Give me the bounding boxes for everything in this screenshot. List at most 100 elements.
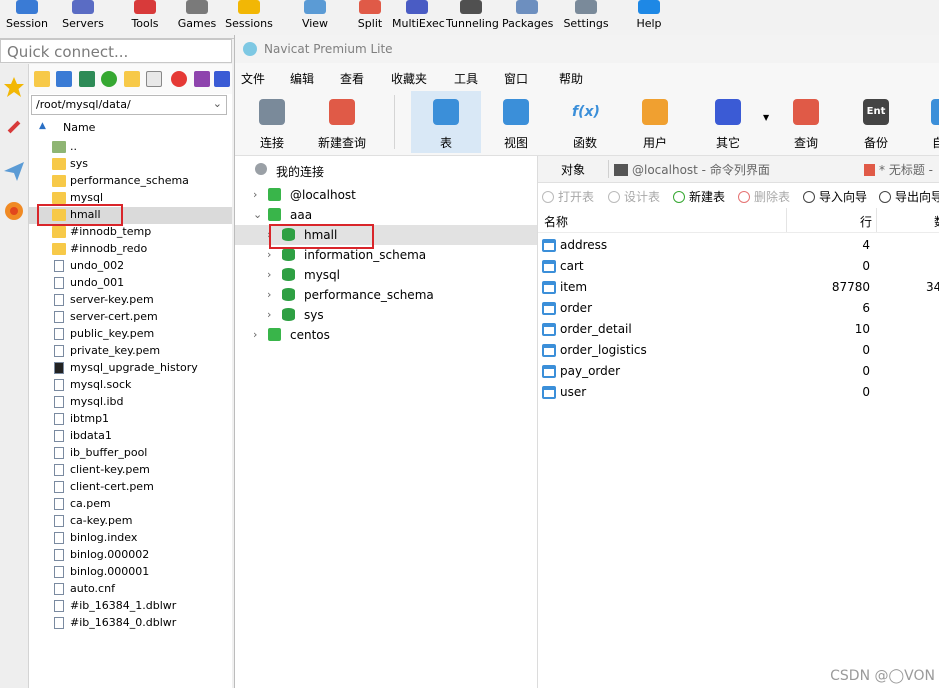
tree-item-conn[interactable]: › centos (235, 325, 537, 345)
chevron-right-icon[interactable]: › (267, 288, 271, 301)
file-row[interactable]: #innodb_temp (29, 224, 232, 241)
ribbon-table-button[interactable]: 表 (411, 91, 481, 153)
table-row[interactable]: address 4 (538, 235, 939, 256)
chevron-right-icon[interactable]: › (253, 328, 257, 341)
file-row[interactable]: ibtmp1 (29, 411, 232, 428)
file-row[interactable]: auto.cnf (29, 581, 232, 598)
upload-icon[interactable] (79, 71, 95, 87)
file-row[interactable]: ca.pem (29, 496, 232, 513)
menu-item[interactable]: 收藏夹 (391, 70, 427, 87)
file-row[interactable]: ib_buffer_pool (29, 445, 232, 462)
file-row[interactable]: sys (29, 156, 232, 173)
file-row[interactable]: ibdata1 (29, 428, 232, 445)
table-row[interactable]: order_logistics 0 (538, 340, 939, 361)
ribbon-view-glasses-button[interactable]: 视图 (485, 91, 547, 153)
file-row[interactable]: undo_002 (29, 258, 232, 275)
file-row[interactable]: public_key.pem (29, 326, 232, 343)
menu-item[interactable]: 查看 (340, 70, 364, 87)
file-row[interactable]: #ib_16384_1.dblwr (29, 598, 232, 615)
menu-item[interactable]: 窗口 (504, 70, 528, 87)
file-row[interactable]: ca-key.pem (29, 513, 232, 530)
tree-root[interactable]: 我的连接 (235, 160, 537, 180)
ribbon-backup-button[interactable]: Ent 备份 (845, 91, 907, 153)
chevron-right-icon[interactable]: › (267, 268, 271, 281)
menu-item[interactable]: 帮助 (559, 70, 583, 87)
chevron-right-icon[interactable]: › (267, 308, 271, 321)
table-row[interactable]: order 6 (538, 298, 939, 319)
chevron-right-icon[interactable]: › (253, 188, 257, 201)
file-row[interactable]: binlog.000001 (29, 564, 232, 581)
file-row[interactable]: #ib_16384_0.dblwr (29, 615, 232, 632)
star-icon[interactable] (3, 76, 25, 98)
send-icon[interactable] (3, 160, 25, 182)
table-row[interactable]: cart 0 (538, 256, 939, 277)
toolbar-packages-button[interactable]: Packages (502, 0, 553, 36)
toolbar-help-button[interactable]: Help (624, 0, 674, 36)
action-button[interactable]: 打开表 (542, 188, 594, 205)
action-button[interactable]: 导出向导 (879, 188, 939, 205)
globe-icon[interactable] (3, 200, 25, 222)
chevron-right-icon[interactable]: › (267, 248, 271, 261)
path-field[interactable]: /root/mysql/data/ ⌄ (31, 95, 227, 115)
quick-connect-input[interactable]: Quick connect... (0, 39, 232, 63)
ribbon-plug-button[interactable]: 连接 (241, 91, 303, 153)
action-button[interactable]: 导入向导 (803, 188, 867, 205)
action-button[interactable]: 新建表 (673, 188, 725, 205)
refresh-icon[interactable] (101, 71, 117, 87)
toolbar-session-button[interactable]: Session (2, 0, 52, 36)
file-row[interactable]: undo_001 (29, 275, 232, 292)
file-row[interactable]: performance_schema (29, 173, 232, 190)
action-button[interactable]: 设计表 (608, 188, 660, 205)
delete-icon[interactable] (171, 71, 187, 87)
menu-item[interactable]: 工具 (454, 70, 478, 87)
rename-icon[interactable] (194, 71, 210, 87)
table-row[interactable]: order_detail 10 (538, 319, 939, 340)
toolbar-settings-button[interactable]: Settings (561, 0, 611, 36)
caret-down-icon[interactable]: ▼ (763, 113, 769, 122)
file-row[interactable]: client-key.pem (29, 462, 232, 479)
tree-item-db[interactable]: › performance_schema (235, 285, 537, 305)
ribbon-query-button[interactable]: 查询 (775, 91, 837, 153)
tools-icon[interactable] (3, 116, 25, 138)
toolbar-view-button[interactable]: View (290, 0, 340, 36)
ribbon-other-tools-button[interactable]: 其它 (697, 91, 759, 153)
ribbon-user-button[interactable]: 用户 (624, 91, 686, 153)
action-button[interactable]: 删除表 (738, 188, 790, 205)
file-row[interactable]: mysql.sock (29, 377, 232, 394)
file-list-header[interactable]: ▲ Name (29, 118, 232, 138)
download-icon[interactable] (56, 71, 72, 87)
file-row[interactable]: client-cert.pem (29, 479, 232, 496)
toolbar-tunneling-button[interactable]: Tunneling (446, 0, 499, 36)
toolbar-servers-button[interactable]: Servers (58, 0, 108, 36)
toolbar-games-button[interactable]: Games (172, 0, 222, 36)
menu-item[interactable]: 编辑 (290, 70, 314, 87)
toolbar-tools-button[interactable]: Tools (120, 0, 170, 36)
table-row[interactable]: user 0 (538, 382, 939, 403)
tree-item-db[interactable]: › sys (235, 305, 537, 325)
file-row[interactable]: server-key.pem (29, 292, 232, 309)
file-row[interactable]: mysql.ibd (29, 394, 232, 411)
object-tab[interactable]: @localhost - 命令列界面 (614, 161, 770, 178)
ribbon-function-button[interactable]: f(x) 函数 (554, 91, 616, 153)
follow-terminal-icon[interactable] (214, 71, 230, 87)
object-tab[interactable]: * 无标题 - (864, 161, 933, 178)
chevron-down-icon[interactable]: ⌄ (253, 208, 262, 221)
chevron-down-icon[interactable]: ⌄ (213, 97, 222, 110)
toolbar-split-button[interactable]: Split (345, 0, 395, 36)
file-row[interactable]: .. (29, 139, 232, 156)
new-folder-icon[interactable] (124, 71, 140, 87)
tree-item-conn[interactable]: › @localhost (235, 185, 537, 205)
file-row[interactable]: private_key.pem (29, 343, 232, 360)
tree-item-db[interactable]: › mysql (235, 265, 537, 285)
ribbon-auto-button[interactable]: 自动 (913, 91, 939, 153)
file-row[interactable]: binlog.index (29, 530, 232, 547)
ribbon-new-query-button[interactable]: 新建查询 (311, 91, 373, 153)
new-file-icon[interactable] (146, 71, 162, 87)
table-row[interactable]: pay_order 0 (538, 361, 939, 382)
object-tab[interactable]: 对象 (561, 161, 585, 178)
tree-item-conn[interactable]: ⌄ aaa (235, 205, 537, 225)
table-row[interactable]: item 87780 34 (538, 277, 939, 298)
toolbar-star-button[interactable]: Sessions (224, 0, 274, 36)
folder-up-icon[interactable] (34, 71, 50, 87)
toolbar-multiexec-button[interactable]: MultiExec (392, 0, 445, 36)
